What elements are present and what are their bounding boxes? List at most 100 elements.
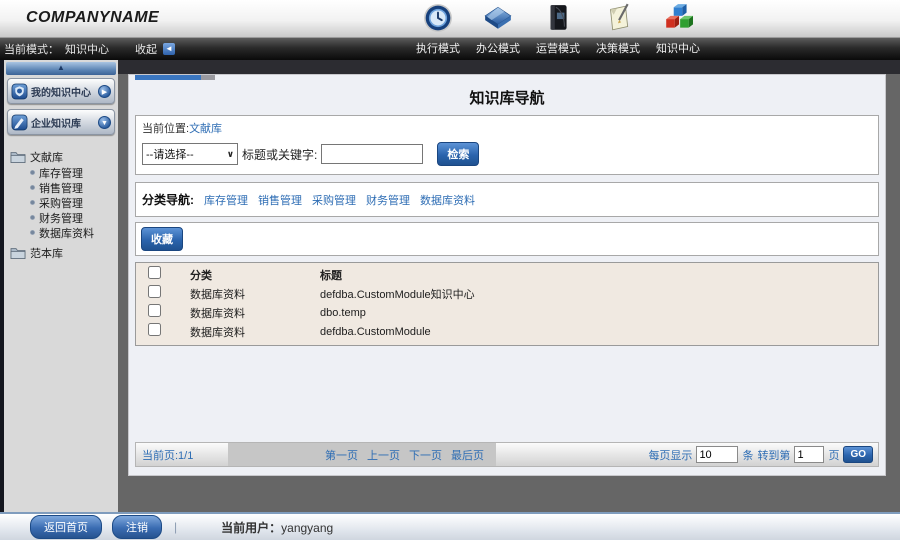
cell-title[interactable]: defdba.CustomModule知识中心 — [320, 286, 878, 302]
folder-icon — [10, 248, 26, 259]
sidebar-tree: 文献库 库存管理 销售管理 采购管理 财务管理 数据库资料 范本库 — [4, 140, 118, 261]
search-box: 当前位置:文献库 --请选择-- ∨ 标题或关键字: 检索 — [135, 115, 879, 175]
breadcrumb-label: 当前位置: — [142, 123, 190, 135]
table-row: 数据库资料 defdba.CustomModule — [136, 322, 878, 341]
tree-leaf-finance[interactable]: 财务管理 — [30, 210, 116, 225]
chevron-down-icon: ∨ — [226, 148, 234, 159]
collapse-arrow-icon[interactable]: ◄ — [163, 43, 175, 55]
mode-link-knowledge[interactable]: 知识中心 — [648, 38, 708, 60]
go-button[interactable]: GO — [843, 446, 873, 463]
sidebar-collapse-bar[interactable]: ▲ — [6, 62, 116, 75]
content-panel: 知识库导航 当前位置:文献库 --请选择-- ∨ 标题或关键字: 检索 分类导航… — [128, 74, 886, 476]
clock-icon[interactable] — [408, 3, 468, 33]
per-page-input[interactable] — [696, 446, 739, 463]
col-header-category: 分类 — [190, 269, 212, 282]
tree-node-label: 范本库 — [30, 247, 63, 260]
last-page-link[interactable]: 最后页 — [451, 447, 484, 463]
home-button[interactable]: 返回首页 — [30, 515, 102, 539]
goto-label: 转到第 — [757, 449, 791, 462]
current-mode-label: 当前模式： — [4, 44, 59, 56]
empty-space — [135, 346, 879, 442]
collapse-link[interactable]: 收起 — [135, 41, 157, 57]
expand-down-icon[interactable]: ▼ — [98, 115, 111, 129]
favorite-box: 收藏 — [135, 222, 879, 256]
company-logo: COMPANYNAME — [26, 9, 160, 26]
mode-link-execute[interactable]: 执行模式 — [408, 38, 468, 60]
expand-right-icon[interactable]: ▶ — [98, 84, 111, 98]
category-link-database[interactable]: 数据库资料 — [420, 192, 475, 208]
table-row: 数据库资料 dbo.temp — [136, 303, 878, 322]
table-row: 数据库资料 defdba.CustomModule知识中心 — [136, 284, 878, 303]
sidebar-btn-enterprise-knowledge[interactable]: 企业知识库 ▼ — [7, 109, 115, 135]
favorite-button[interactable]: 收藏 — [141, 227, 183, 251]
bullet-icon — [30, 185, 35, 190]
category-select-value: --请选择-- — [146, 149, 194, 161]
mode-link-decision[interactable]: 决策模式 — [588, 38, 648, 60]
bullet-icon — [30, 230, 35, 235]
tree-node-document-library[interactable]: 文献库 — [10, 148, 116, 165]
diamond-icon[interactable] — [468, 3, 528, 33]
per-page-label: 每页显示 — [648, 449, 693, 462]
unit-label: 条 — [742, 449, 754, 462]
loading-bar — [135, 75, 879, 80]
row-checkbox[interactable] — [148, 284, 161, 298]
app-header: COMPANYNAME — [0, 0, 900, 38]
tree-leaf-database[interactable]: 数据库资料 — [30, 225, 116, 240]
search-button[interactable]: 检索 — [437, 142, 480, 166]
keyword-input[interactable] — [321, 144, 424, 164]
sidebar-btn-my-knowledge[interactable]: 我的知识中心 ▶ — [7, 78, 115, 104]
note-pen-icon[interactable] — [588, 3, 648, 33]
logout-button[interactable]: 注销 — [112, 515, 162, 539]
category-link-purchase[interactable]: 采购管理 — [312, 192, 356, 208]
mode-link-office[interactable]: 办公模式 — [468, 38, 528, 60]
cell-title[interactable]: defdba.CustomModule — [320, 326, 878, 338]
category-link-sales[interactable]: 销售管理 — [258, 192, 302, 208]
mode-links: 执行模式 办公模式 运营模式 决策模式 知识中心 — [408, 38, 708, 60]
category-nav-label: 分类导航: — [142, 193, 194, 207]
shield-icon — [11, 83, 28, 99]
cell-category: 数据库资料 — [190, 307, 245, 320]
page-title: 知识库导航 — [469, 90, 545, 107]
breadcrumb-link[interactable]: 文献库 — [189, 123, 222, 135]
category-link-inventory[interactable]: 库存管理 — [204, 192, 248, 208]
breadcrumb: 当前位置:文献库 — [142, 120, 872, 136]
top-dark-strip — [118, 60, 900, 74]
mode-link-operation[interactable]: 运营模式 — [528, 38, 588, 60]
row-checkbox[interactable] — [148, 322, 161, 336]
prev-page-link[interactable]: 上一页 — [367, 447, 400, 463]
mode-bar: 当前模式： 知识中心 收起 ◄ 执行模式 办公模式 运营模式 决策模式 知识中心 — [0, 38, 900, 60]
row-checkbox[interactable] — [148, 303, 161, 317]
page-label: 页 — [828, 449, 840, 462]
goto-page-input[interactable] — [794, 446, 825, 463]
current-user-label: 当前用户： — [221, 520, 282, 535]
tree-leaf-inventory[interactable]: 库存管理 — [30, 165, 116, 180]
tree-leaf-label: 销售管理 — [39, 182, 83, 195]
tree-node-template-library[interactable]: 范本库 — [10, 244, 116, 261]
bullet-icon — [30, 200, 35, 205]
pen-icon — [11, 114, 28, 130]
sidebar: ▲ 我的知识中心 ▶ 企业知识库 ▼ 文献库 库存管理 销售管理 采购管理 财务… — [0, 60, 118, 512]
binder-icon[interactable] — [528, 3, 588, 33]
tree-leaf-label: 财务管理 — [39, 212, 83, 225]
table-header-row: 分类 标题 — [136, 265, 878, 284]
module-icon-strip — [408, 3, 708, 33]
main-area: 知识库导航 当前位置:文献库 --请选择-- ∨ 标题或关键字: 检索 分类导航… — [118, 60, 900, 512]
cell-title[interactable]: dbo.temp — [320, 307, 878, 319]
footer-bar: 返回首页 注销 | 当前用户：yangyang — [0, 512, 900, 540]
category-link-finance[interactable]: 财务管理 — [366, 192, 410, 208]
category-nav-box: 分类导航: 库存管理 销售管理 采购管理 财务管理 数据库资料 — [135, 182, 879, 217]
first-page-link[interactable]: 第一页 — [325, 447, 358, 463]
select-all-checkbox[interactable] — [148, 265, 161, 279]
current-mode-value: 知识中心 — [65, 44, 109, 56]
sidebar-btn-label: 企业知识库 — [31, 118, 81, 130]
tree-leaf-label: 采购管理 — [39, 197, 83, 210]
category-select[interactable]: --请选择-- ∨ — [142, 143, 238, 165]
current-user-value: yangyang — [281, 520, 334, 535]
tree-leaf-label: 数据库资料 — [39, 227, 94, 240]
next-page-link[interactable]: 下一页 — [409, 447, 442, 463]
col-header-title: 标题 — [320, 269, 342, 282]
cubes-icon[interactable] — [648, 3, 708, 33]
current-page-label: 当前页:1/1 — [142, 449, 194, 462]
tree-leaf-sales[interactable]: 销售管理 — [30, 180, 116, 195]
tree-leaf-purchase[interactable]: 采购管理 — [30, 195, 116, 210]
